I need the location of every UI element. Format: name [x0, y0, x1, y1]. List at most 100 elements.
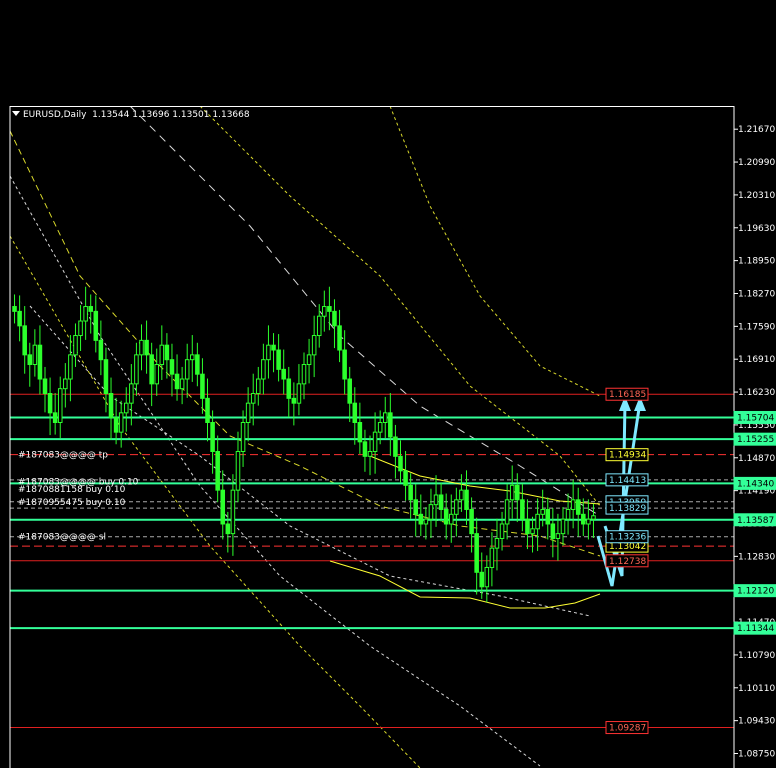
candle-body — [469, 508, 474, 535]
candle-body — [179, 378, 185, 390]
level-tag-label: 1.09287 — [609, 724, 646, 734]
candle-body — [489, 547, 495, 568]
candle-body — [169, 359, 175, 375]
candle-body — [306, 354, 312, 366]
chart-window[interactable]: #187083@@@@ tp #187083@@@@ buy 0.10 #18708… — [0, 106, 776, 768]
candle-body — [47, 393, 53, 414]
candle-body — [342, 349, 347, 380]
candle-body — [42, 378, 48, 395]
candle-body — [149, 354, 154, 385]
ohlc-readout: 1.13544 1.13696 1.13501 1.13668 — [92, 110, 250, 120]
candle-body — [454, 499, 459, 515]
candle-body — [37, 344, 43, 380]
candle-body — [408, 484, 413, 501]
candle-body — [525, 518, 530, 535]
candle-body — [240, 422, 246, 452]
order-label: #187083@@@@ tp — [18, 451, 108, 461]
candle-body — [144, 339, 149, 356]
candle-body — [433, 494, 439, 506]
candle-body — [362, 441, 368, 457]
candle-body — [570, 499, 576, 510]
symbol-timeframe: EURUSD,Daily — [23, 110, 87, 120]
price-chart[interactable]: #187083@@@@ tp#187083@@@@ buy 0.10#18708… — [0, 106, 776, 768]
candle-body — [372, 431, 378, 452]
candle-body — [281, 368, 286, 380]
candle-body — [347, 378, 352, 404]
candle-body — [17, 310, 22, 327]
candle-body — [515, 484, 520, 501]
candle-body — [357, 422, 363, 443]
axis-tick-label: 1.08750 — [738, 750, 775, 760]
level-tag-label: 1.13042 — [609, 542, 646, 552]
candle-body — [413, 499, 418, 515]
axis-tick-label: 1.18950 — [738, 257, 775, 267]
axis-tick-label: 1.16230 — [738, 388, 775, 398]
candle-body — [57, 388, 63, 424]
order-label: #1870955475 buy 0.10 — [18, 498, 126, 508]
level-tag-label: 1.13236 — [609, 533, 646, 543]
candle-body — [22, 325, 27, 356]
axis-tick-label: 1.12830 — [738, 552, 775, 562]
candle-body — [271, 344, 276, 351]
candle-body — [88, 306, 93, 312]
candle-body — [266, 344, 271, 361]
candle-body — [73, 335, 78, 356]
candle-body — [123, 402, 129, 414]
candle-body — [332, 310, 337, 327]
chevron-down-icon[interactable] — [12, 111, 20, 116]
candle-body — [555, 533, 561, 539]
candle-body — [220, 489, 226, 525]
axis-tick-label: 1.10790 — [738, 651, 775, 661]
candle-body — [190, 354, 195, 361]
candle-body — [245, 402, 251, 424]
candle-body — [230, 489, 236, 535]
candlesticks — [12, 286, 596, 603]
candle-body — [550, 523, 556, 539]
candle-body — [286, 378, 292, 399]
channel-line — [29, 305, 591, 617]
candle-body — [382, 412, 388, 424]
channel-lines — [9, 106, 601, 768]
candle-body — [438, 494, 444, 510]
candle-body — [545, 508, 551, 525]
level-tag-label: 1.13829 — [609, 504, 646, 514]
order-label: #187083@@@@ sl — [18, 533, 106, 543]
candle-body — [118, 412, 124, 433]
candle-body — [250, 393, 256, 404]
candle-body — [174, 373, 180, 390]
candle-body — [215, 450, 220, 491]
axis-tick-label: 1.20990 — [738, 158, 775, 168]
level-tag-label: 1.14934 — [609, 451, 646, 461]
axis-tick-label: 1.21670 — [738, 125, 775, 135]
candle-body — [322, 306, 327, 317]
candle-body — [565, 508, 571, 520]
candle-body — [235, 450, 241, 491]
candle-body — [129, 383, 134, 404]
candle-body — [535, 513, 540, 530]
axis-tick-label: 1.10110 — [738, 684, 775, 694]
candle-body — [459, 489, 464, 501]
candle-body — [225, 523, 231, 535]
level-tag-label: 1.14413 — [609, 476, 646, 486]
candle-body — [586, 518, 591, 525]
candle-body — [388, 412, 393, 438]
channel-line — [9, 175, 541, 767]
candle-body — [530, 528, 535, 535]
level-tag-label: 1.14340 — [737, 479, 774, 489]
axis-tick-label: 1.19630 — [738, 224, 775, 234]
candle-body — [448, 513, 454, 525]
candle-body — [398, 455, 403, 472]
level-tag-label: 1.16185 — [609, 390, 646, 400]
candle-body — [108, 393, 114, 419]
level-tag-label: 1.12120 — [737, 587, 774, 597]
candle-body — [27, 354, 33, 366]
candle-body — [164, 344, 170, 361]
candle-body — [377, 422, 383, 433]
axis-tick-label: 1.20310 — [738, 191, 775, 201]
candle-body — [484, 566, 490, 588]
candle-body — [499, 523, 505, 539]
candle-body — [103, 359, 109, 395]
order-labels: #187083@@@@ tp#187083@@@@ buy 0.10#18708… — [18, 451, 139, 543]
candle-body — [159, 344, 165, 366]
axis-tick-label: 1.17590 — [738, 322, 775, 332]
